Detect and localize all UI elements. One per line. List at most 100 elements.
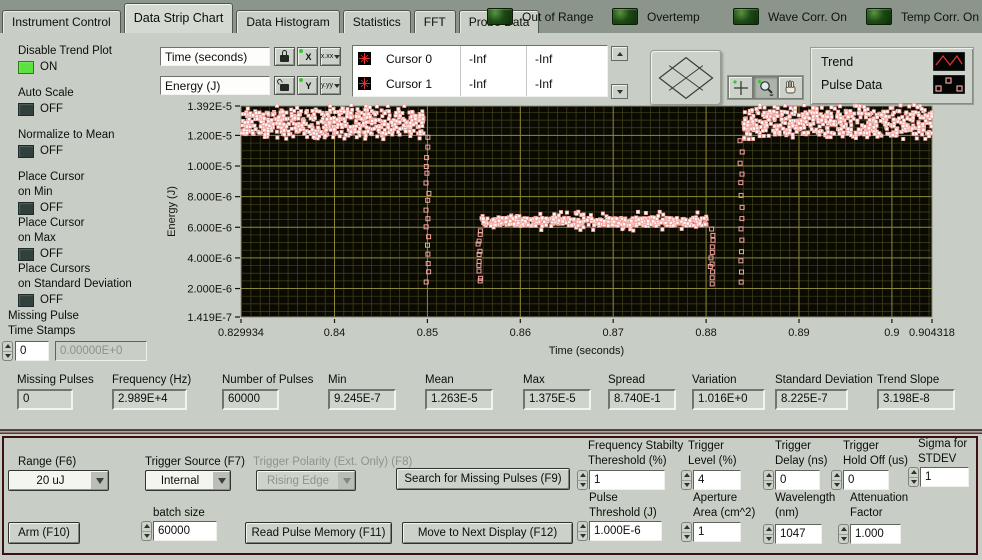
wavelength-nm-spinner[interactable] (763, 524, 774, 544)
aperture-area-cm-2-spinner[interactable] (681, 522, 692, 542)
spinner-up-button[interactable] (578, 471, 587, 481)
move-next-display-button[interactable]: Move to Next Display (F12) (402, 522, 573, 544)
x-scale-lock-button[interactable] (274, 47, 295, 66)
arm-button[interactable]: Arm (F10) (8, 522, 80, 544)
cursor-row[interactable]: Cursor 1-Inf-Inf (353, 71, 607, 96)
y-autoscale-button[interactable]: Y (297, 76, 318, 95)
missing-pulse-index-input[interactable]: 0 (15, 341, 49, 361)
auto-scale-led[interactable] (18, 103, 34, 116)
crosshair-icon (732, 79, 749, 96)
up-arrow-icon (834, 473, 840, 477)
tab-data-strip-chart[interactable]: Data Strip Chart (124, 3, 234, 33)
dropdown-arrow-icon (91, 471, 108, 490)
trigger-level-input[interactable]: 4 (693, 470, 741, 490)
cursor-legend-scroll-up-button[interactable] (611, 46, 628, 61)
x-autoscale-button[interactable]: X (297, 47, 318, 66)
tab-data-histogram[interactable]: Data Histogram (236, 10, 339, 33)
trigger-delay-ns-spinner[interactable] (763, 470, 774, 490)
spinner-down-button[interactable] (578, 481, 587, 490)
down-arrow-icon (580, 534, 586, 538)
x-axis-name-input[interactable]: Time (seconds) (160, 47, 270, 66)
cursor-name: Cursor 0 (386, 52, 460, 66)
range-dropdown[interactable]: 20 uJ (8, 470, 109, 491)
spinner-down-button[interactable] (142, 532, 151, 541)
stat-label: Spread (608, 374, 676, 386)
tab-statistics[interactable]: Statistics (343, 10, 411, 33)
spinner-up-button[interactable] (142, 522, 151, 532)
spinner-up-button[interactable] (764, 471, 773, 481)
diamond-pad-icon (655, 54, 717, 102)
spinner-up-button[interactable] (832, 471, 841, 481)
x-format-button[interactable]: x.xx (320, 47, 341, 66)
stat-label: Variation (692, 374, 765, 386)
wavelength-nm-input[interactable]: 1047 (775, 524, 822, 544)
spinner-down-button[interactable] (764, 535, 773, 544)
y-scale-lock-button[interactable] (274, 76, 295, 95)
sigma-for-stdev-input[interactable]: 1 (920, 467, 969, 487)
y-format-button[interactable]: y.yy (320, 76, 341, 95)
down-arrow-icon (580, 483, 586, 487)
batch-size-spinner[interactable] (141, 521, 152, 541)
spinner-up-button[interactable] (682, 523, 691, 533)
legend-pulse-data-row[interactable]: Pulse Data (811, 71, 973, 94)
trigger-hold-off-us-input[interactable]: 0 (843, 470, 889, 490)
spinner-up-button[interactable] (909, 468, 918, 478)
pulse-threshold-j-input[interactable]: 1.000E-6 (589, 521, 662, 541)
spinner-down-button[interactable] (3, 352, 12, 361)
strip-chart-plot[interactable]: 0.8299340.840.850.860.870.880.890.90.904… (145, 96, 982, 368)
place-cursor-on-min-led[interactable] (18, 202, 34, 215)
attenuation-factor-control: 1.000 (838, 524, 901, 544)
place-cursors-on-standard-deviation-led[interactable] (18, 294, 34, 307)
cursor-y-value: -Inf (526, 71, 592, 96)
y-axis-name-input[interactable]: Energy (J) (160, 76, 270, 95)
aperture-area-cm-2-control: 1 (681, 522, 741, 542)
stat-value: 2.989E+4 (112, 389, 187, 410)
attenuation-factor-input[interactable]: 1.000 (850, 524, 901, 544)
spinner-down-button[interactable] (682, 533, 691, 542)
read-pulse-memory-button[interactable]: Read Pulse Memory (F11) (245, 522, 392, 544)
batch-size-input[interactable]: 60000 (153, 521, 217, 541)
panel-separator (0, 429, 982, 434)
disable-trend-plot-led[interactable] (18, 61, 34, 74)
toggle-state: ON (40, 61, 57, 73)
trigger-delay-ns-input[interactable]: 0 (775, 470, 820, 490)
normalize-to-mean-led[interactable] (18, 145, 34, 158)
trigger-source-label: Trigger Source (F7) (145, 456, 245, 468)
frequency-stabilty-thereshold-spinner[interactable] (577, 470, 588, 490)
range-label: Range (F6) (18, 456, 76, 468)
trigger-level-spinner[interactable] (681, 470, 692, 490)
attenuation-factor-spinner[interactable] (838, 524, 849, 544)
spinner-up-button[interactable] (764, 525, 773, 535)
indicator-out-of-range: Out of Range (487, 0, 593, 33)
spinner-down-button[interactable] (578, 532, 587, 541)
aperture-area-cm-2-input[interactable]: 1 (693, 522, 741, 542)
stat-max: Max1.375E-5 (523, 374, 591, 410)
tab-fft[interactable]: FFT (414, 10, 456, 33)
place-cursor-on-max-led[interactable] (18, 248, 34, 261)
spinner-up-button[interactable] (3, 342, 12, 352)
frequency-stabilty-thereshold-input[interactable]: 1 (589, 470, 665, 490)
search-missing-pulses-button[interactable]: Search for Missing Pulses (F9) (396, 468, 570, 490)
sigma-for-stdev-spinner[interactable] (908, 467, 919, 487)
legend-trend-label: Trend (821, 55, 853, 69)
cursor-row[interactable]: Cursor 0-Inf-Inf (353, 46, 607, 71)
trigger-polarity-dropdown: Rising Edge (256, 470, 356, 491)
spinner-down-button[interactable] (909, 478, 918, 487)
pulse-threshold-j-spinner[interactable] (577, 521, 588, 541)
stat-value: 1.016E+0 (692, 389, 765, 410)
spinner-down-button[interactable] (839, 535, 848, 544)
cursor-x-value: -Inf (460, 71, 526, 96)
spinner-up-button[interactable] (839, 525, 848, 535)
legend-trend-row[interactable]: Trend (811, 48, 973, 71)
spinner-up-button[interactable] (682, 471, 691, 481)
spinner-down-button[interactable] (682, 481, 691, 490)
spinner-up-button[interactable] (578, 522, 587, 532)
tab-instrument-control[interactable]: Instrument Control (2, 10, 121, 33)
x-axis-title: Time (seconds) (549, 345, 624, 357)
spinner-down-button[interactable] (832, 481, 841, 490)
spinner-down-button[interactable] (764, 481, 773, 490)
missing-pulse-spinner[interactable] (2, 341, 13, 361)
trigger-source-dropdown[interactable]: Internal (145, 470, 231, 491)
stat-value: 60000 (222, 389, 279, 410)
trigger-hold-off-us-spinner[interactable] (831, 470, 842, 490)
